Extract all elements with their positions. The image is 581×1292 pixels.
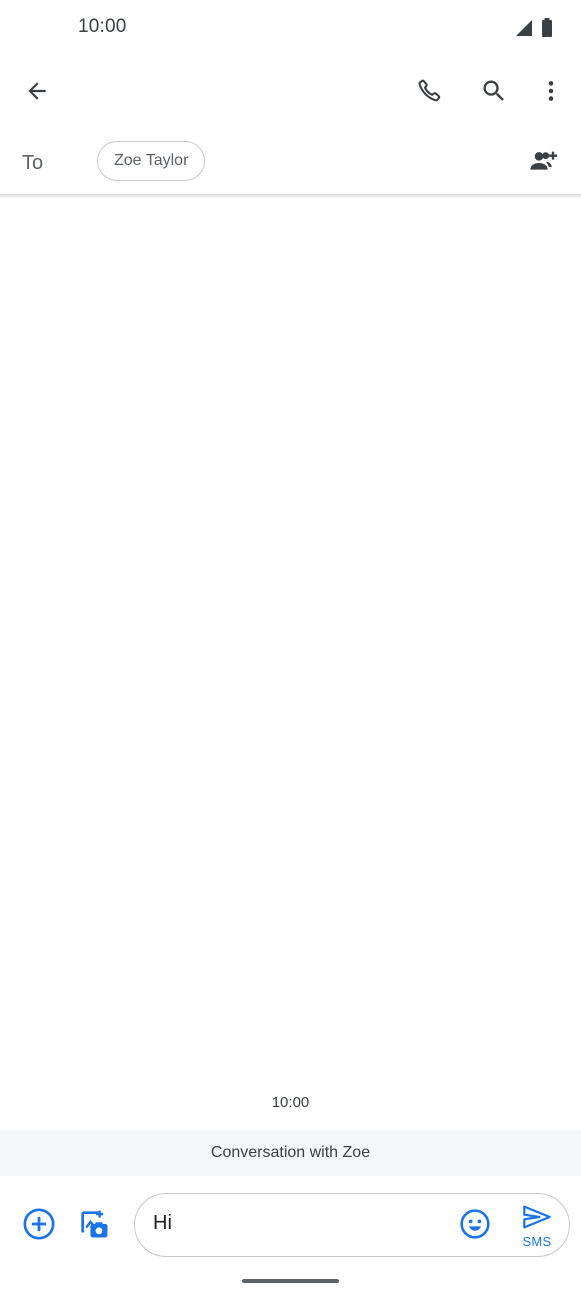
gallery-button[interactable] [70, 1202, 118, 1250]
recipient-chip[interactable]: Zoe Taylor [97, 141, 206, 181]
emoji-button[interactable] [451, 1202, 499, 1250]
send-label: SMS [522, 1233, 552, 1249]
more-options-button[interactable] [527, 69, 575, 117]
add-circle-icon [22, 1207, 56, 1246]
recipient-chip-label: Zoe Taylor [114, 152, 189, 169]
recipient-row: To Zoe Taylor [0, 132, 581, 194]
add-recipient-button[interactable] [519, 139, 567, 187]
arrow-back-icon [24, 78, 50, 109]
header-divider [0, 194, 581, 199]
navigation-handle[interactable] [242, 1279, 339, 1283]
status-icons [515, 18, 553, 43]
signal-icon [515, 19, 533, 42]
back-button[interactable] [13, 69, 61, 117]
search-icon [480, 77, 508, 110]
call-button[interactable] [406, 69, 454, 117]
send-icon [522, 1204, 552, 1235]
status-time: 10:00 [78, 16, 127, 37]
to-label: To [22, 152, 44, 174]
battery-icon [541, 18, 553, 43]
phone-icon [416, 77, 444, 110]
conversation-banner-text: Conversation with Zoe [210, 1144, 371, 1161]
toolbar [0, 60, 581, 126]
message-input[interactable] [153, 1212, 443, 1235]
compose-box: SMS [134, 1193, 570, 1257]
add-person-icon [527, 145, 559, 182]
attach-button[interactable] [15, 1202, 63, 1250]
more-vert-icon [538, 78, 564, 109]
gallery-camera-icon [77, 1207, 111, 1246]
search-button[interactable] [470, 69, 518, 117]
conversation-banner: Conversation with Zoe [0, 1130, 581, 1176]
send-button[interactable]: SMS [513, 1202, 561, 1250]
compose-row: SMS [0, 1186, 581, 1266]
emoji-icon [459, 1208, 491, 1245]
status-bar: 10:00 [0, 0, 581, 56]
message-timestamp: 10:00 [271, 1094, 310, 1111]
